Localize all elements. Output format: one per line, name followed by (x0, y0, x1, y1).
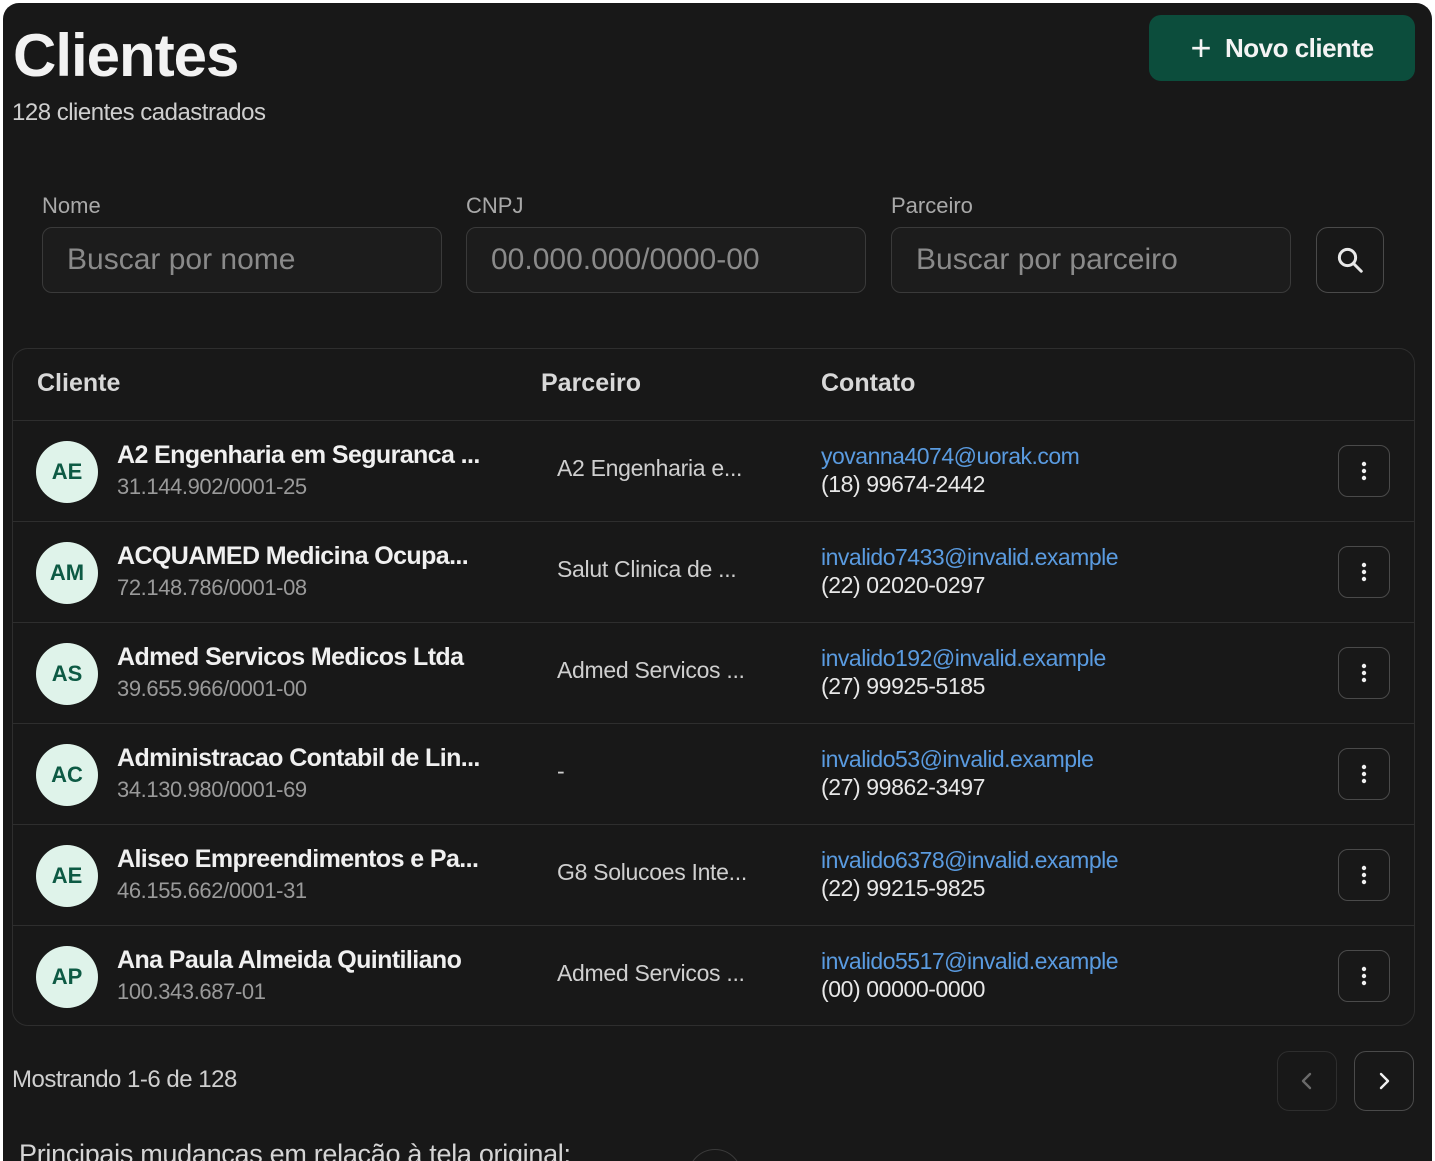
client-partner: Admed Servicos ... (557, 960, 745, 986)
client-email-link[interactable]: invalido53@invalid.example (821, 746, 1094, 773)
avatar: AM (36, 542, 98, 604)
filter-cnpj-input[interactable] (466, 227, 866, 293)
client-partner: G8 Solucoes Inte... (557, 859, 747, 885)
table-row[interactable]: AP Ana Paula Almeida Quintiliano 100.343… (13, 926, 1414, 1025)
table-row[interactable]: AE A2 Engenharia em Seguranca ... 31.144… (13, 421, 1414, 522)
filter-parceiro-input[interactable] (891, 227, 1291, 293)
more-vertical-icon (1361, 764, 1367, 784)
column-header-cliente: Cliente (37, 369, 121, 397)
table-row[interactable]: AE Aliseo Empreendimentos e Pa... 46.155… (13, 825, 1414, 926)
page-title: Clientes (13, 22, 239, 89)
client-cnpj: 72.148.786/0001-08 (117, 575, 307, 600)
client-partner: A2 Engenharia e... (557, 455, 743, 481)
chevron-left-icon (1301, 1072, 1312, 1090)
scroll-button[interactable] (688, 1149, 742, 1161)
new-client-button[interactable]: + Novo cliente (1149, 15, 1415, 81)
avatar: AC (36, 744, 98, 806)
client-phone: (27) 99862-3497 (821, 774, 986, 800)
new-client-label: Novo cliente (1224, 32, 1374, 63)
next-page-button[interactable] (1354, 1051, 1414, 1111)
client-name: Administracao Contabil de Lin... (117, 744, 480, 772)
client-cnpj: 46.155.662/0001-31 (117, 878, 307, 903)
column-header-contato: Contato (821, 369, 916, 397)
client-phone: (00) 00000-0000 (821, 976, 986, 1002)
more-vertical-icon (1361, 562, 1367, 582)
client-cnpj: 100.343.687-01 (117, 979, 266, 1004)
plus-icon: + (1190, 27, 1211, 68)
row-menu-button[interactable] (1338, 950, 1390, 1002)
table-row[interactable]: AC Administracao Contabil de Lin... 34.1… (13, 724, 1414, 825)
client-phone: (22) 99215-9825 (821, 875, 986, 901)
client-email-link[interactable]: yovanna4074@uorak.com (821, 443, 1080, 470)
chevron-right-icon (1379, 1072, 1390, 1090)
filter-nome-input[interactable] (42, 227, 442, 293)
table-header: Cliente Parceiro Contato (13, 349, 1414, 421)
more-vertical-icon (1361, 865, 1367, 885)
more-vertical-icon (1361, 663, 1367, 683)
filter-cnpj-label: CNPJ (466, 193, 524, 218)
row-menu-button[interactable] (1338, 748, 1390, 800)
table-row[interactable]: AS Admed Servicos Medicos Ltda 39.655.96… (13, 623, 1414, 724)
client-phone: (22) 02020-0297 (821, 572, 986, 598)
page-subtitle: 128 clientes cadastrados (12, 99, 266, 126)
client-name: Admed Servicos Medicos Ltda (117, 643, 464, 671)
client-partner: - (557, 758, 565, 784)
client-name: Ana Paula Almeida Quintiliano (117, 946, 462, 974)
avatar: AP (36, 946, 98, 1008)
client-partner: Admed Servicos ... (557, 657, 745, 683)
client-email-link[interactable]: invalido192@invalid.example (821, 645, 1106, 672)
search-icon (1337, 247, 1363, 273)
client-cnpj: 34.130.980/0001-69 (117, 777, 307, 802)
avatar: AE (36, 845, 98, 907)
row-menu-button[interactable] (1338, 445, 1390, 497)
table-row[interactable]: AM ACQUAMED Medicina Ocupa... 72.148.786… (13, 522, 1414, 623)
clients-table: Cliente Parceiro Contato AE A2 Engenhari… (12, 348, 1415, 1026)
client-name: Aliseo Empreendimentos e Pa... (117, 845, 479, 873)
client-email-link[interactable]: invalido5517@invalid.example (821, 948, 1119, 975)
client-name: ACQUAMED Medicina Ocupa... (117, 542, 469, 570)
client-partner: Salut Clinica de ... (557, 556, 737, 582)
avatar: AS (36, 643, 98, 705)
filter-parceiro-label: Parceiro (891, 193, 973, 218)
more-vertical-icon (1361, 461, 1367, 481)
pagination-summary: Mostrando 1-6 de 128 (12, 1066, 237, 1093)
row-menu-button[interactable] (1338, 647, 1390, 699)
previous-page-button[interactable] (1277, 1051, 1337, 1111)
client-email-link[interactable]: invalido7433@invalid.example (821, 544, 1119, 571)
changes-heading: Principais mudanças em relação à tela or… (19, 1139, 571, 1161)
client-cnpj: 39.655.966/0001-00 (117, 676, 307, 701)
client-email-link[interactable]: invalido6378@invalid.example (821, 847, 1119, 874)
filter-nome-label: Nome (42, 193, 101, 218)
row-menu-button[interactable] (1338, 849, 1390, 901)
client-name: A2 Engenharia em Seguranca ... (117, 441, 480, 469)
column-header-parceiro: Parceiro (541, 369, 642, 397)
more-vertical-icon (1361, 966, 1367, 986)
client-phone: (27) 99925-5185 (821, 673, 986, 699)
search-button[interactable] (1316, 227, 1384, 293)
client-phone: (18) 99674-2442 (821, 471, 986, 497)
row-menu-button[interactable] (1338, 546, 1390, 598)
avatar: AE (36, 441, 98, 503)
clients-page: Clientes 128 clientes cadastrados + Novo… (3, 3, 1432, 1161)
client-cnpj: 31.144.902/0001-25 (117, 474, 307, 499)
